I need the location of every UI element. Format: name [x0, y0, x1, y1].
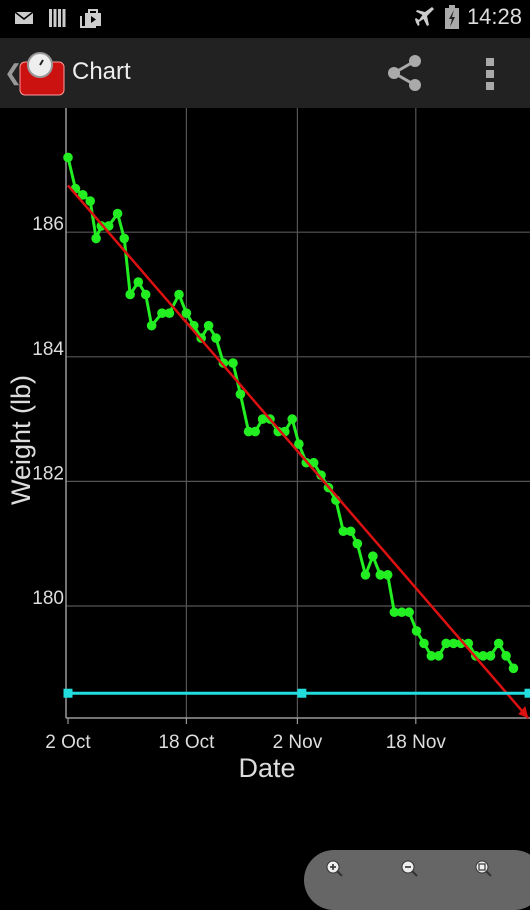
target-point	[524, 688, 530, 698]
target-point	[63, 688, 73, 698]
weight-point	[203, 320, 214, 331]
mail-icon	[14, 11, 34, 24]
weight-point	[235, 389, 246, 399]
weight-point	[411, 626, 422, 636]
x-tick-label: 2 Oct	[45, 732, 91, 753]
clock: 14:28	[466, 4, 522, 29]
weight-point	[85, 196, 95, 206]
weight-point	[181, 308, 192, 318]
weight-point	[91, 233, 101, 244]
weight-point	[382, 570, 393, 580]
sd-card-icon	[49, 9, 66, 27]
weight-line	[66, 157, 515, 670]
weight-point	[360, 570, 371, 580]
weight-point	[119, 233, 130, 244]
x-tick-label: 18 Nov	[386, 732, 447, 753]
grid	[65, 108, 530, 724]
zoom-out-icon[interactable]	[401, 860, 419, 878]
weight-point	[133, 277, 144, 287]
trend-line	[67, 184, 530, 719]
series	[63, 152, 530, 719]
weight-point	[493, 638, 504, 649]
weight-point	[485, 651, 496, 661]
y-tick-label: 184	[32, 339, 64, 360]
x-axis-title: Date	[238, 753, 295, 783]
weight-point	[228, 358, 238, 368]
weight-point	[419, 638, 429, 649]
weight-point	[164, 308, 175, 318]
share-icon[interactable]	[384, 52, 426, 94]
weight-point	[250, 426, 261, 437]
weight-point	[125, 289, 135, 300]
chart-area[interactable]: 2 Oct 18 Oct 2 Nov 18 Nov 180 182 184 186 Date We…	[0, 108, 530, 910]
target-point	[297, 688, 307, 698]
y-tick-label: 182	[32, 463, 64, 484]
weight-point	[404, 607, 414, 618]
page-title: Chart	[72, 58, 131, 85]
status-bar: 14:28	[0, 0, 530, 38]
weight-point	[368, 551, 378, 561]
weight-point	[287, 414, 298, 424]
weight-point	[146, 320, 157, 331]
x-tick-label: 18 Oct	[158, 732, 215, 753]
weight-point	[508, 663, 519, 674]
scale-icon[interactable]	[18, 52, 66, 96]
weight-point	[211, 333, 221, 343]
zoom-controls	[304, 850, 530, 910]
weight-point	[140, 289, 151, 300]
zoom-in-icon[interactable]	[326, 860, 344, 878]
weight-point	[63, 152, 73, 163]
weight-point	[433, 651, 444, 661]
weight-point	[352, 538, 363, 549]
airplane-mode-icon	[414, 7, 434, 26]
weight-point	[174, 289, 184, 300]
action-bar: ❮ Chart	[0, 38, 530, 108]
battery-charging-icon	[444, 5, 459, 29]
weight-point	[112, 208, 123, 219]
play-store-icon	[80, 9, 101, 28]
x-tick-label: 2 Nov	[273, 732, 323, 753]
y-tick-label: 180	[32, 588, 64, 609]
overflow-menu-icon[interactable]	[476, 52, 504, 94]
weight-point	[345, 526, 356, 537]
weight-chart[interactable]: 2 Oct 18 Oct 2 Nov 18 Nov 180 182 184 186 Date We…	[0, 108, 530, 800]
y-tick-label: 186	[32, 214, 64, 235]
weight-point	[501, 651, 511, 661]
zoom-reset-icon[interactable]	[475, 860, 493, 878]
y-axis-title: Weight (lb)	[6, 375, 36, 505]
